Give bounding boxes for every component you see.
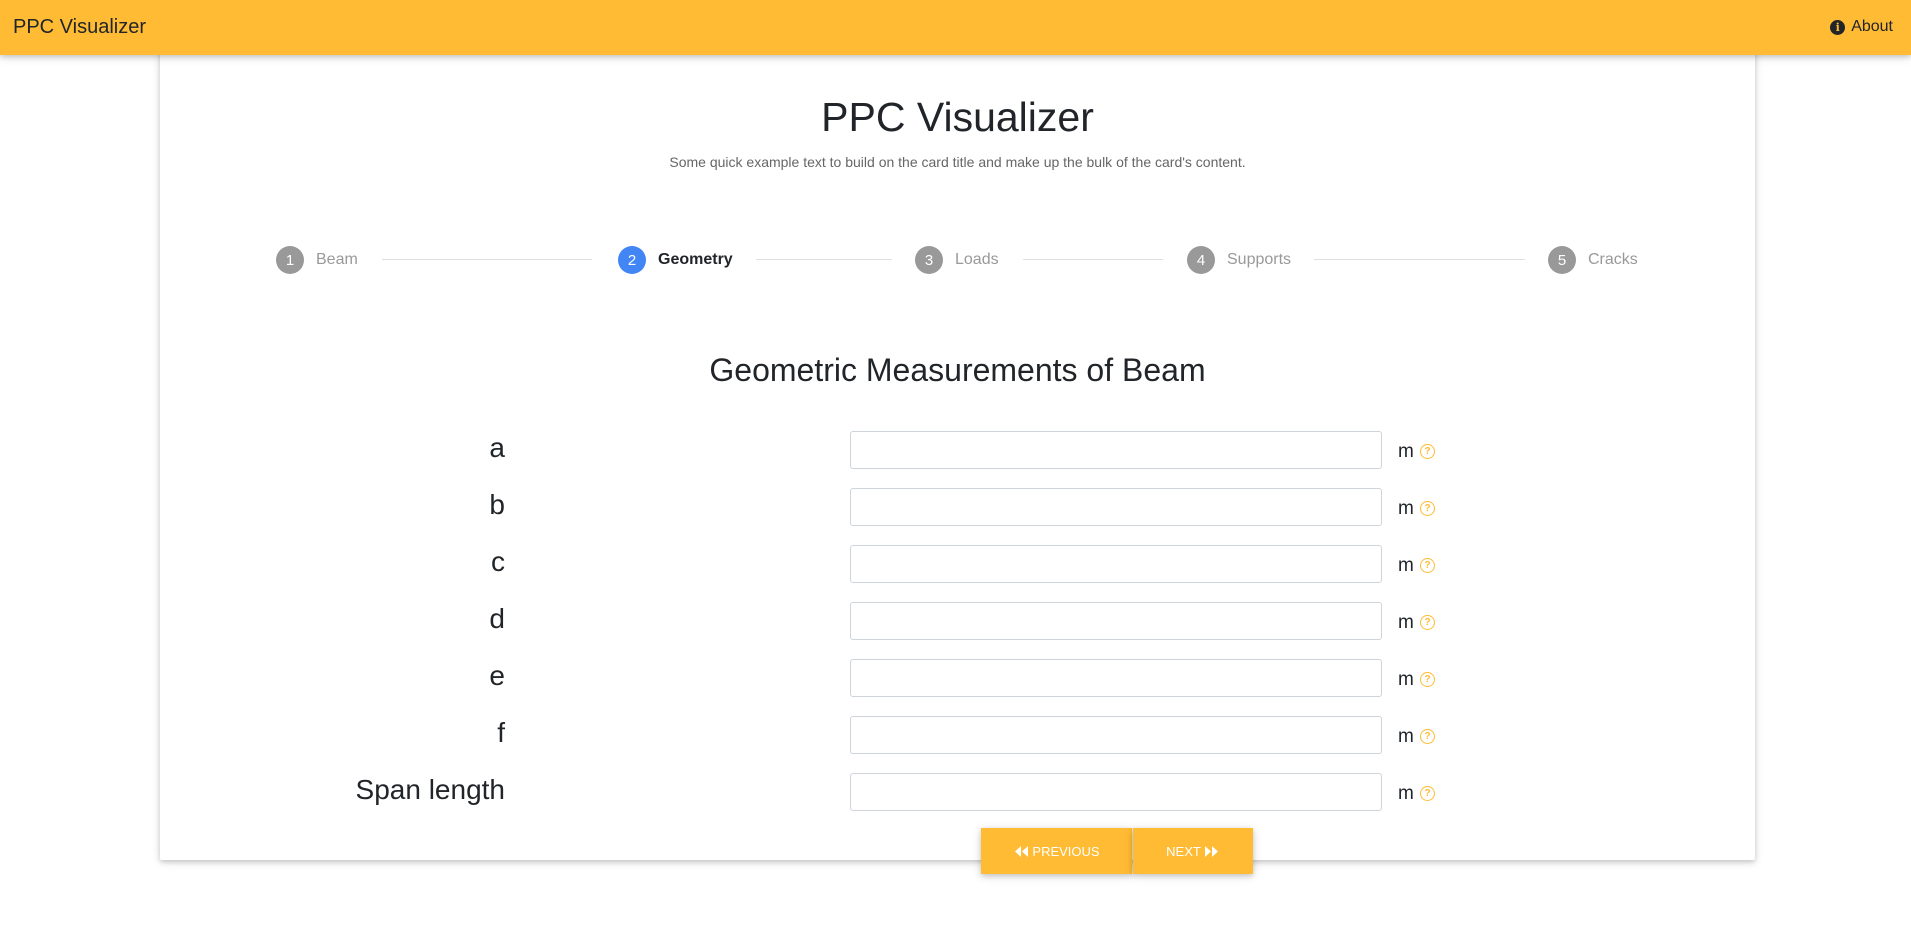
field-row-b: b m ? [160,488,1755,526]
unit-label: m [1398,498,1414,519]
field-row-span-length: Span length m ? [160,773,1755,811]
step-connector [382,259,592,260]
step-cracks[interactable]: 5 Cracks [1548,246,1638,274]
field-row-a: a m ? [160,431,1755,469]
input-span-length[interactable] [850,773,1382,811]
step-supports[interactable]: 4 Supports [1187,246,1291,274]
next-button[interactable]: Next [1133,828,1253,874]
input-a[interactable] [850,431,1382,469]
step-beam[interactable]: 1 Beam [276,246,358,274]
previous-label: Previous [1032,843,1100,859]
question-circle-icon[interactable]: ? [1420,615,1435,630]
question-circle-icon[interactable]: ? [1420,501,1435,516]
step-label: Beam [316,251,358,268]
double-right-arrow-icon [1204,845,1218,857]
step-label: Cracks [1588,251,1638,268]
card-title: PPC Visualizer [821,94,1094,140]
brand-link[interactable]: PPC Visualizer [13,15,146,39]
step-number: 3 [915,246,943,274]
previous-button[interactable]: Previous [981,828,1132,874]
field-label: d [489,603,505,634]
step-connector [1023,259,1163,260]
about-label: About [1851,18,1893,35]
step-connector [756,259,892,260]
card-text: Some quick example text to build on the … [669,154,1246,170]
field-label: e [489,660,505,691]
info-icon: i [1830,19,1846,35]
field-label: a [489,432,505,463]
input-e[interactable] [850,659,1382,697]
unit-label: m [1398,669,1414,690]
input-b[interactable] [850,488,1382,526]
input-c[interactable] [850,545,1382,583]
step-number: 4 [1187,246,1215,274]
step-connector [1314,259,1525,260]
question-circle-icon[interactable]: ? [1420,558,1435,573]
next-label: Next [1166,843,1201,859]
field-row-c: c m ? [160,545,1755,583]
field-row-d: d m ? [160,602,1755,640]
unit-label: m [1398,612,1414,633]
field-row-f: f m ? [160,716,1755,754]
unit-label: m [1398,783,1414,804]
question-circle-icon[interactable]: ? [1420,729,1435,744]
step-loads[interactable]: 3 Loads [915,246,999,274]
navbar: PPC Visualizer i About [0,0,1911,55]
section-title: Geometric Measurements of Beam [709,352,1206,388]
step-number: 5 [1548,246,1576,274]
step-label: Supports [1227,251,1292,268]
double-left-arrow-icon [1015,845,1029,857]
field-label: b [489,489,505,520]
field-label: f [497,717,505,748]
about-link[interactable]: i About [1830,17,1893,37]
unit-label: m [1398,555,1414,576]
field-row-e: e m ? [160,659,1755,697]
step-number: 1 [276,246,304,274]
input-d[interactable] [850,602,1382,640]
step-label: Geometry [658,251,733,268]
step-geometry[interactable]: 2 Geometry [618,246,733,274]
field-label: c [491,546,505,577]
main-card: PPC Visualizer Some quick example text t… [160,40,1755,874]
unit-label: m [1398,726,1414,747]
question-circle-icon[interactable]: ? [1420,786,1435,801]
step-number: 2 [618,246,646,274]
field-label: Span length [355,774,505,805]
input-f[interactable] [850,716,1382,754]
question-circle-icon[interactable]: ? [1420,444,1435,459]
question-circle-icon[interactable]: ? [1420,672,1435,687]
step-label: Loads [955,251,999,268]
unit-label: m [1398,441,1414,462]
